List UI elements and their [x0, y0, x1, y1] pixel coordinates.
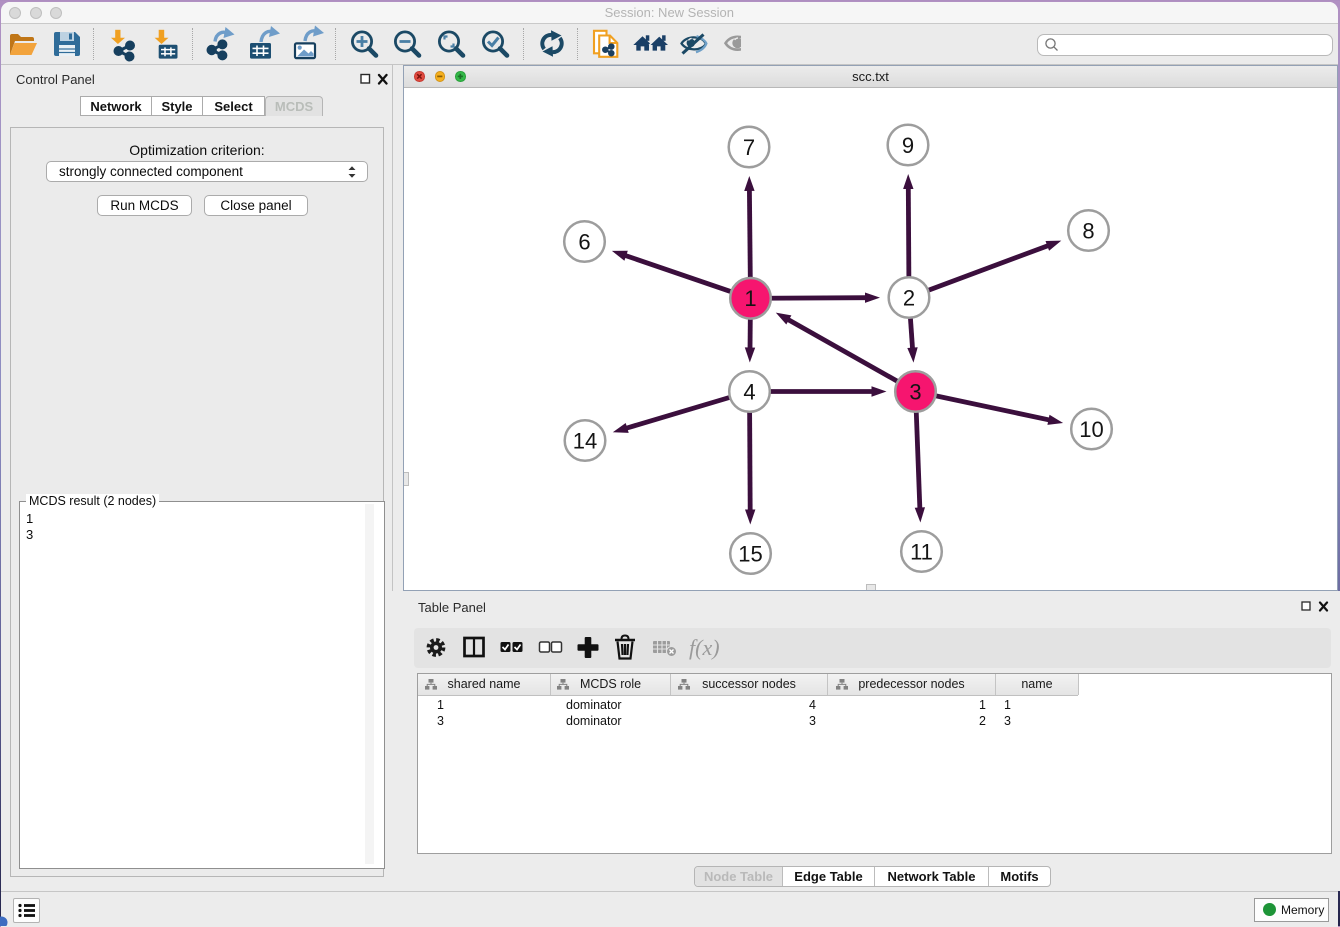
svg-text:3: 3 — [909, 379, 921, 404]
svg-text:1: 1 — [744, 286, 756, 311]
svg-text:10: 10 — [1079, 417, 1103, 442]
svg-text:7: 7 — [743, 135, 755, 160]
svg-text:9: 9 — [902, 133, 914, 158]
svg-text:15: 15 — [738, 541, 762, 566]
svg-text:2: 2 — [903, 285, 915, 310]
svg-text:4: 4 — [743, 379, 755, 404]
svg-text:f(x): f(x) — [689, 635, 720, 660]
svg-text:8: 8 — [1082, 218, 1094, 243]
svg-text:6: 6 — [578, 229, 590, 254]
svg-text:14: 14 — [573, 428, 597, 453]
svg-text:11: 11 — [910, 539, 933, 564]
